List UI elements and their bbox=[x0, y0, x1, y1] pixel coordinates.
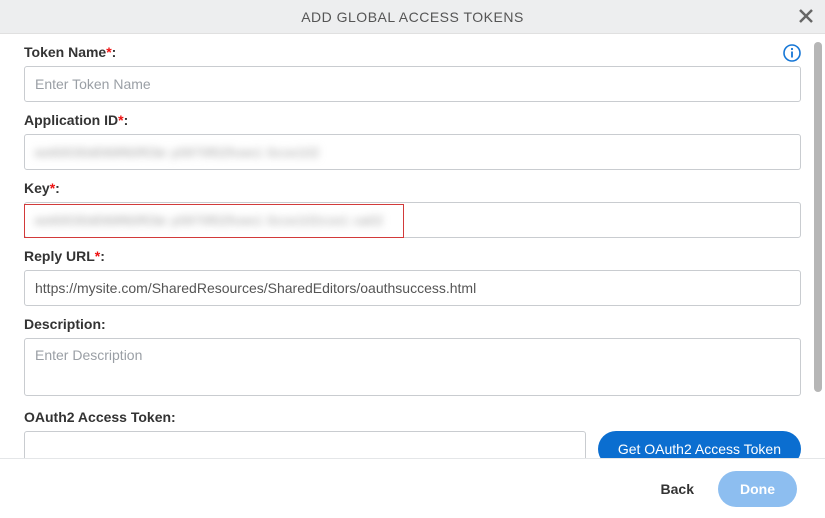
application-id-input[interactable]: ee60030d069f60f03e y0970f02fcee1 0cce102 bbox=[24, 134, 801, 170]
label-text: Reply URL bbox=[24, 248, 95, 264]
field-oauth-token: OAuth2 Access Token: Get OAuth2 Access T… bbox=[24, 409, 801, 458]
label-text: OAuth2 Access Token bbox=[24, 409, 171, 425]
close-button[interactable] bbox=[793, 4, 819, 30]
dialog: ADD GLOBAL ACCESS TOKENS Token Name*: Ap… bbox=[0, 0, 825, 518]
label-colon: : bbox=[112, 44, 117, 60]
label-colon: : bbox=[101, 316, 106, 332]
label-colon: : bbox=[55, 180, 60, 196]
label-token-name: Token Name*: bbox=[24, 44, 801, 60]
masked-value: ee60030d069f60f03e y0970f02fcee1 0cce102… bbox=[35, 213, 383, 228]
label-oauth-token: OAuth2 Access Token: bbox=[24, 409, 801, 425]
field-key: Key*: ee60030d069f60f03e y0970f02fcee1 0… bbox=[24, 180, 801, 238]
token-name-input[interactable] bbox=[24, 66, 801, 102]
label-colon: : bbox=[124, 112, 129, 128]
label-key: Key*: bbox=[24, 180, 801, 196]
label-text: Description bbox=[24, 316, 101, 332]
scrollbar-thumb[interactable] bbox=[814, 42, 822, 392]
oauth-row: Get OAuth2 Access Token bbox=[24, 431, 801, 458]
field-token-name: Token Name*: bbox=[24, 44, 801, 102]
oauth-token-input[interactable] bbox=[24, 431, 586, 458]
masked-value: ee60030d069f60f03e y0970f02fcee1 0cce102 bbox=[35, 145, 320, 160]
label-text: Application ID bbox=[24, 112, 118, 128]
reply-url-input[interactable] bbox=[24, 270, 801, 306]
key-input[interactable]: ee60030d069f60f03e y0970f02fcee1 0cce102… bbox=[24, 202, 801, 238]
field-reply-url: Reply URL*: bbox=[24, 248, 801, 306]
label-colon: : bbox=[100, 248, 105, 264]
back-button[interactable]: Back bbox=[655, 480, 700, 498]
dialog-body: Token Name*: Application ID*: ee60030d06… bbox=[0, 34, 825, 458]
done-button[interactable]: Done bbox=[718, 471, 797, 507]
dialog-title: ADD GLOBAL ACCESS TOKENS bbox=[301, 9, 524, 25]
label-text: Key bbox=[24, 180, 50, 196]
field-description: Description: bbox=[24, 316, 801, 399]
label-application-id: Application ID*: bbox=[24, 112, 801, 128]
label-text: Token Name bbox=[24, 44, 106, 60]
close-icon bbox=[798, 8, 814, 27]
dialog-header: ADD GLOBAL ACCESS TOKENS bbox=[0, 0, 825, 34]
description-input[interactable] bbox=[24, 338, 801, 396]
field-application-id: Application ID*: ee60030d069f60f03e y097… bbox=[24, 112, 801, 170]
label-colon: : bbox=[171, 409, 176, 425]
get-oauth-token-button[interactable]: Get OAuth2 Access Token bbox=[598, 431, 801, 458]
dialog-footer: Back Done bbox=[0, 458, 825, 518]
label-description: Description: bbox=[24, 316, 801, 332]
label-reply-url: Reply URL*: bbox=[24, 248, 801, 264]
